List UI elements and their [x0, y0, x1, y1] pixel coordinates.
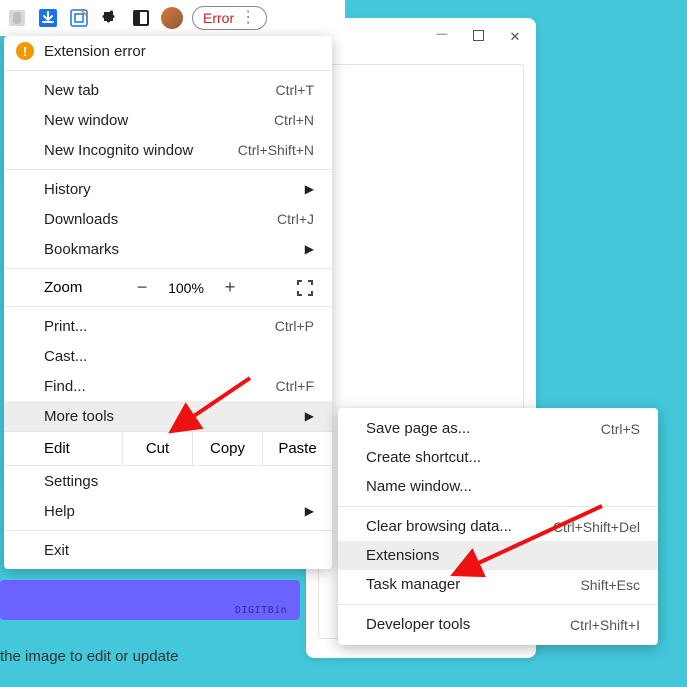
menu-shortcut: Ctrl+N	[274, 112, 314, 128]
warning-icon: !	[16, 42, 34, 60]
menu-item-bookmarks[interactable]: Bookmarks ▶	[4, 234, 332, 264]
error-chip[interactable]: Error ⋮	[192, 6, 267, 30]
background-caption: the image to edit or update	[0, 648, 178, 665]
submenu-item-create-shortcut[interactable]: Create shortcut...	[338, 443, 658, 472]
menu-label: History	[44, 181, 91, 198]
menu-label: Find...	[44, 378, 86, 395]
chevron-right-icon: ▶	[305, 409, 314, 423]
menu-item-new-tab[interactable]: New tab Ctrl+T	[4, 75, 332, 105]
menu-item-history[interactable]: History ▶	[4, 174, 332, 204]
submenu-label: Extensions	[366, 547, 439, 564]
menu-shortcut: Ctrl+F	[276, 378, 315, 394]
submenu-shortcut: Ctrl+S	[601, 421, 640, 437]
zoom-label: Zoom	[44, 279, 124, 296]
menu-item-exit[interactable]: Exit	[4, 535, 332, 565]
more-tools-submenu: Save page as... Ctrl+S Create shortcut..…	[338, 408, 658, 645]
chevron-right-icon: ▶	[305, 182, 314, 196]
submenu-item-extensions[interactable]: Extensions	[338, 541, 658, 570]
menu-label: Exit	[44, 542, 69, 559]
menu-shortcut: Ctrl+J	[277, 211, 314, 227]
window-close-button[interactable]	[508, 30, 522, 44]
menu-label: Print...	[44, 318, 87, 335]
submenu-label: Clear browsing data...	[366, 518, 512, 535]
fullscreen-icon[interactable]	[296, 279, 314, 297]
submenu-label: Create shortcut...	[366, 449, 481, 466]
menu-label: New window	[44, 112, 128, 129]
main-menu: ! Extension error New tab Ctrl+T New win…	[4, 36, 332, 569]
submenu-label: Save page as...	[366, 420, 470, 437]
menu-header-label: Extension error	[44, 43, 146, 60]
menu-item-cast[interactable]: Cast...	[4, 341, 332, 371]
edit-label: Edit	[4, 432, 122, 465]
extension1-icon[interactable]	[6, 7, 28, 29]
zoom-in-button[interactable]: +	[212, 277, 248, 298]
menu-label: Settings	[44, 473, 98, 490]
error-chip-label: Error	[203, 10, 234, 26]
zoom-value: 100%	[160, 280, 212, 296]
menu-item-find[interactable]: Find... Ctrl+F	[4, 371, 332, 401]
menu-label: Downloads	[44, 211, 118, 228]
window-maximize-button[interactable]	[473, 30, 484, 41]
sidepanel-icon[interactable]	[130, 7, 152, 29]
menu-item-print[interactable]: Print... Ctrl+P	[4, 311, 332, 341]
menu-label: New tab	[44, 82, 99, 99]
submenu-item-name-window[interactable]: Name window...	[338, 472, 658, 501]
menu-shortcut: Ctrl+Shift+N	[238, 142, 314, 158]
menu-item-settings[interactable]: Settings	[4, 466, 332, 496]
submenu-label: Name window...	[366, 478, 472, 495]
edit-cut-button[interactable]: Cut	[122, 432, 192, 465]
menu-item-new-window[interactable]: New window Ctrl+N	[4, 105, 332, 135]
zoom-out-button[interactable]: −	[124, 277, 160, 298]
menu-label: New Incognito window	[44, 142, 193, 159]
submenu-item-task-manager[interactable]: Task manager Shift+Esc	[338, 570, 658, 599]
submenu-item-save-page[interactable]: Save page as... Ctrl+S	[338, 414, 658, 443]
menu-item-new-incognito[interactable]: New Incognito window Ctrl+Shift+N	[4, 135, 332, 165]
menu-label: Help	[44, 503, 75, 520]
menu-shortcut: Ctrl+T	[276, 82, 315, 98]
menu-label: More tools	[44, 408, 114, 425]
submenu-item-clear-data[interactable]: Clear browsing data... Ctrl+Shift+Del	[338, 512, 658, 541]
chevron-right-icon: ▶	[305, 242, 314, 256]
menu-item-edit: Edit Cut Copy Paste	[4, 431, 332, 466]
submenu-shortcut: Ctrl+Shift+Del	[553, 519, 640, 535]
submenu-shortcut: Ctrl+Shift+I	[570, 617, 640, 633]
menu-label: Bookmarks	[44, 241, 119, 258]
menu-item-zoom: Zoom − 100% +	[4, 273, 332, 302]
puzzle-icon[interactable]	[99, 7, 121, 29]
menu-header-extension-error[interactable]: ! Extension error	[4, 36, 332, 66]
menu-shortcut: Ctrl+P	[275, 318, 314, 334]
submenu-shortcut: Shift+Esc	[580, 577, 640, 593]
menu-item-more-tools[interactable]: More tools ▶	[4, 401, 332, 431]
chevron-right-icon: ▶	[305, 504, 314, 518]
watermark-text: DIGITBin	[235, 605, 287, 616]
menu-item-help[interactable]: Help ▶	[4, 496, 332, 526]
profile-avatar[interactable]	[161, 7, 183, 29]
submenu-item-developer-tools[interactable]: Developer tools Ctrl+Shift+I	[338, 610, 658, 639]
menu-item-downloads[interactable]: Downloads Ctrl+J	[4, 204, 332, 234]
submenu-label: Developer tools	[366, 616, 470, 633]
edit-paste-button[interactable]: Paste	[262, 432, 332, 465]
menu-label: Cast...	[44, 348, 87, 365]
window-minimize-button[interactable]	[435, 30, 449, 44]
submenu-label: Task manager	[366, 576, 460, 593]
edit-copy-button[interactable]: Copy	[192, 432, 262, 465]
download-icon[interactable]	[37, 7, 59, 29]
browser-toolbar: Error ⋮	[0, 0, 345, 36]
extension2-icon[interactable]	[68, 7, 90, 29]
